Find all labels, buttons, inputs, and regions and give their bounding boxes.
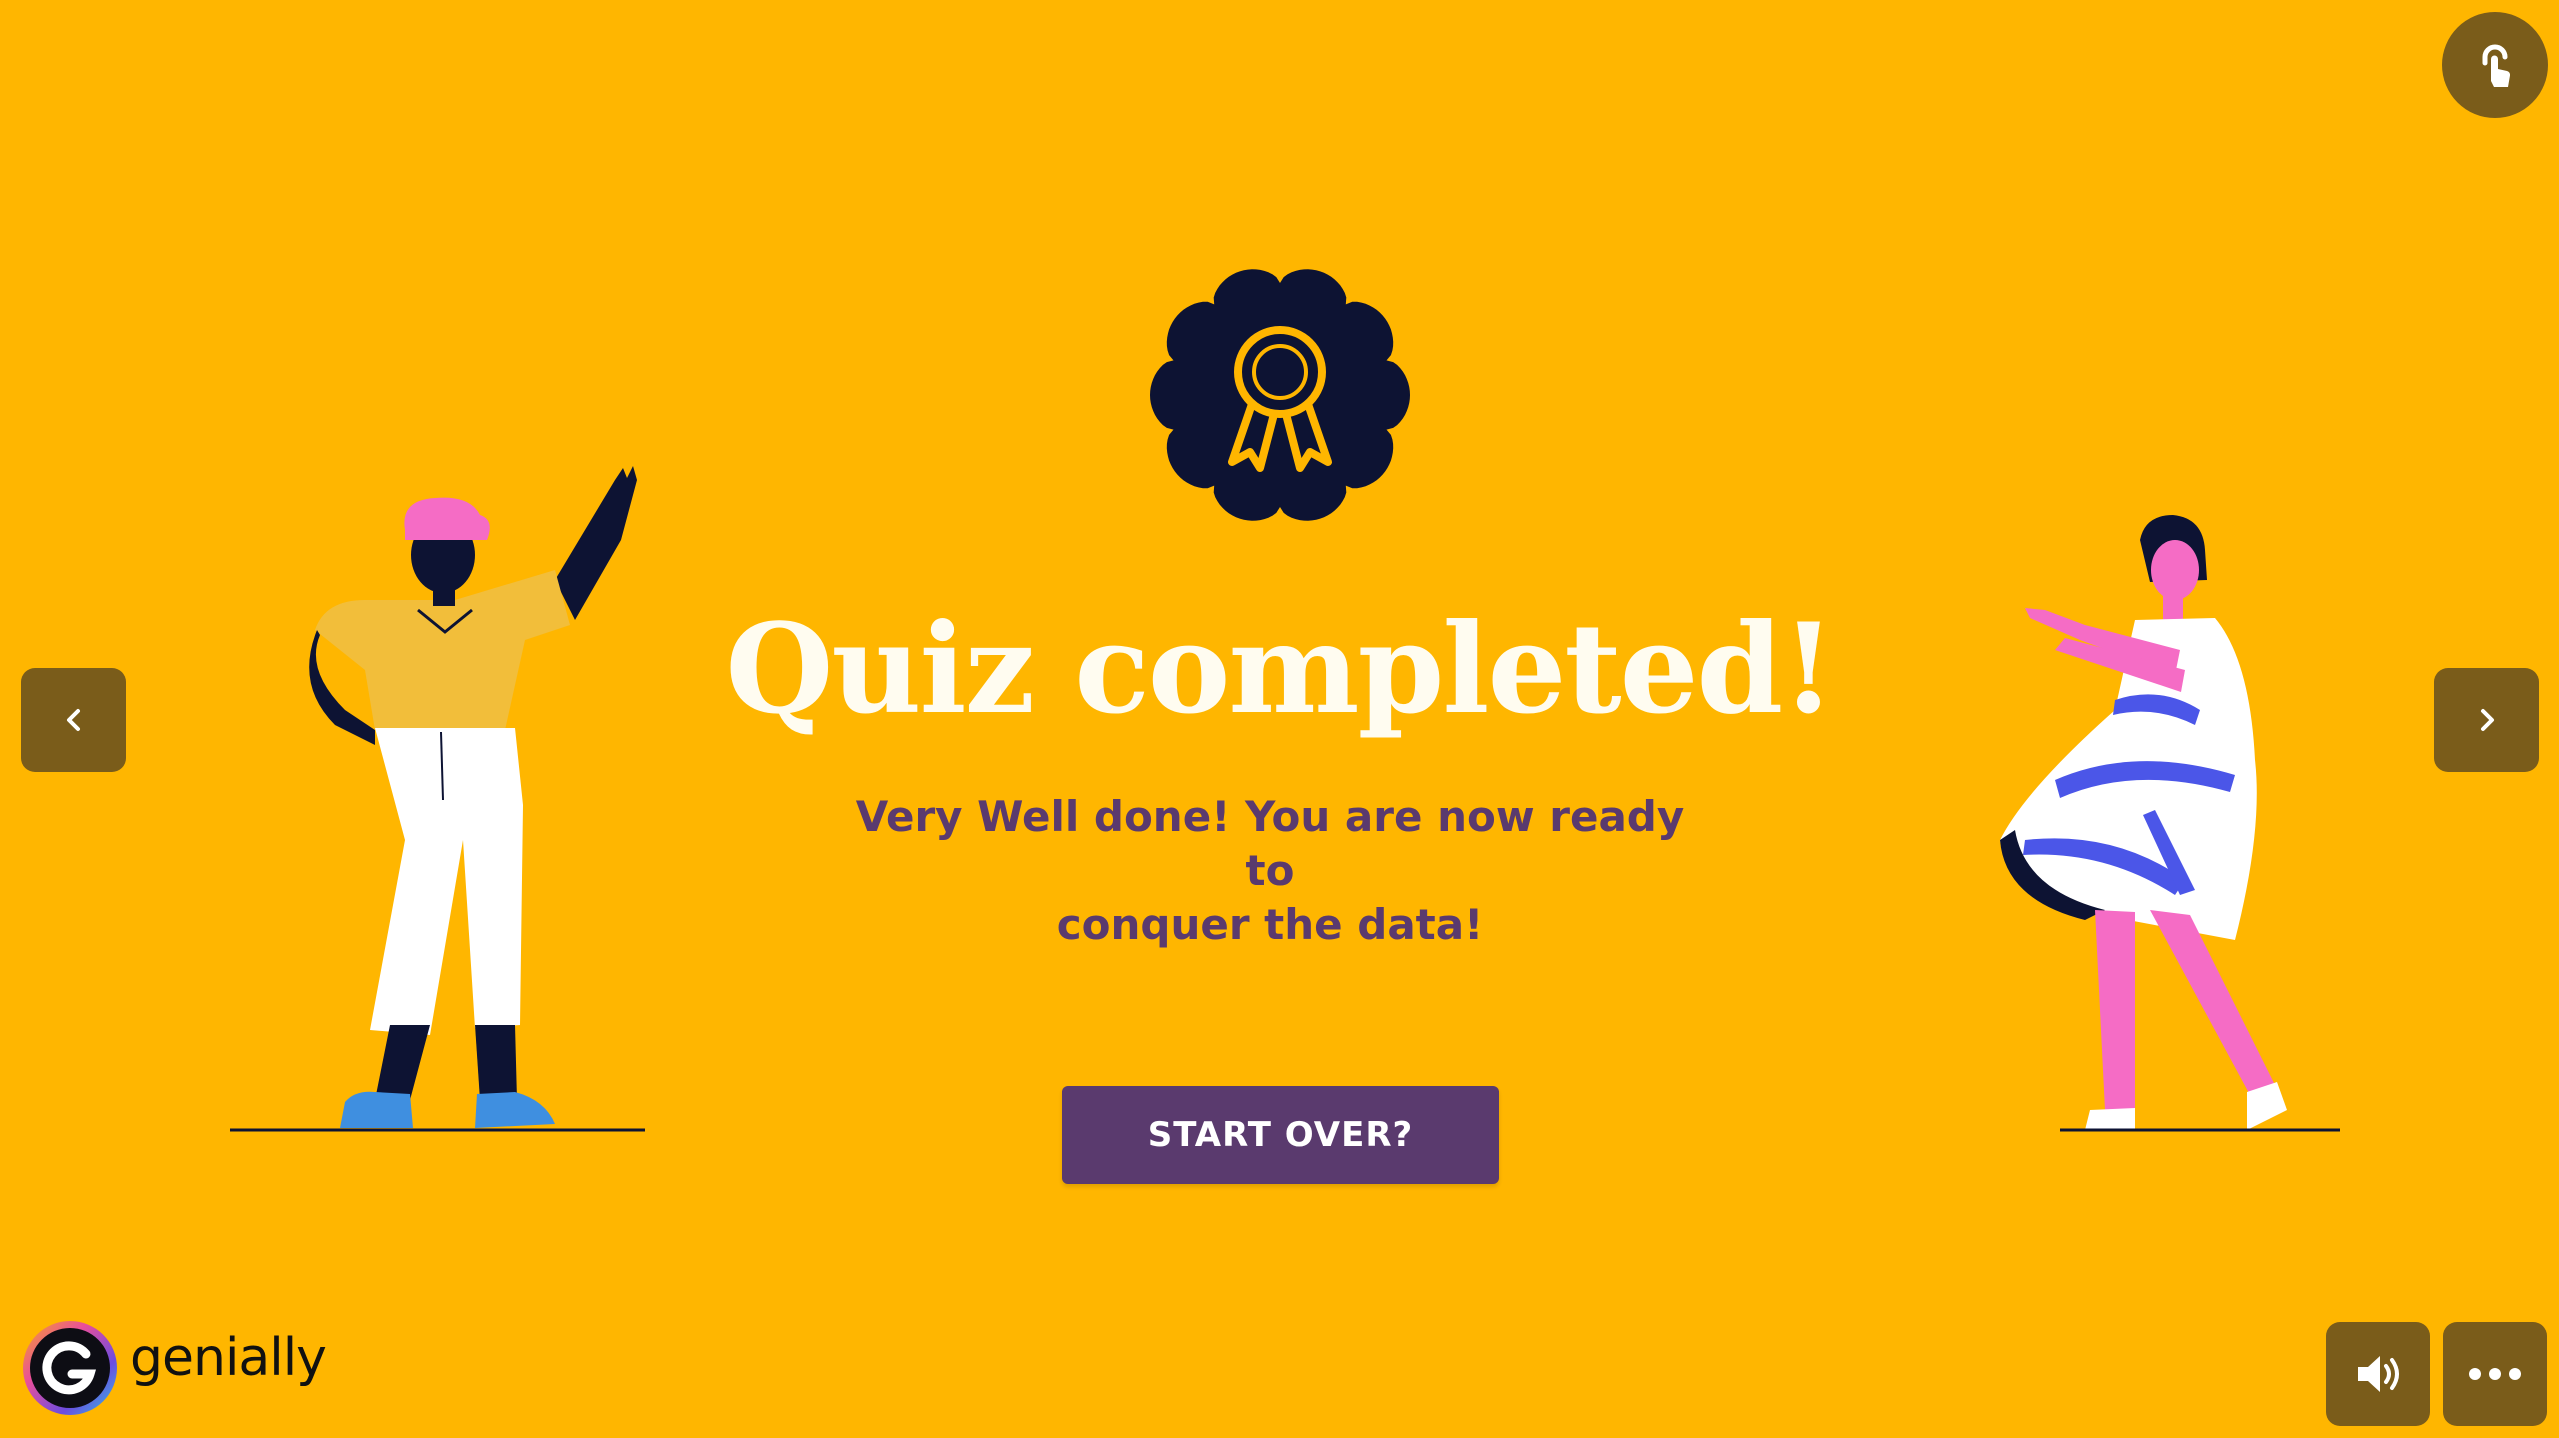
chevron-left-icon xyxy=(66,709,80,731)
start-over-button[interactable]: START OVER? xyxy=(1062,1086,1499,1184)
chevron-right-icon xyxy=(2480,709,2494,731)
prev-slide-button[interactable] xyxy=(21,668,126,772)
speaker-icon xyxy=(2358,1356,2399,1392)
subtitle-line-1: Very Well done! You are now ready to xyxy=(855,792,1685,895)
more-options-button[interactable] xyxy=(2443,1322,2547,1426)
brand-name: genially xyxy=(130,1328,327,1388)
award-ribbon-icon xyxy=(1150,269,1410,521)
pointing-person-illustration xyxy=(2000,515,2340,1132)
touch-interaction-button[interactable] xyxy=(2442,12,2548,118)
touch-interaction-icon xyxy=(2482,44,2511,87)
next-slide-button[interactable] xyxy=(2434,668,2539,772)
genially-logo-icon xyxy=(23,1321,117,1415)
subtitle: Very Well done! You are now ready to con… xyxy=(830,790,1710,952)
sound-button[interactable] xyxy=(2326,1322,2430,1426)
waving-person-illustration xyxy=(230,466,645,1132)
subtitle-line-2: conquer the data! xyxy=(1056,900,1484,949)
more-dots-icon xyxy=(2469,1368,2521,1380)
